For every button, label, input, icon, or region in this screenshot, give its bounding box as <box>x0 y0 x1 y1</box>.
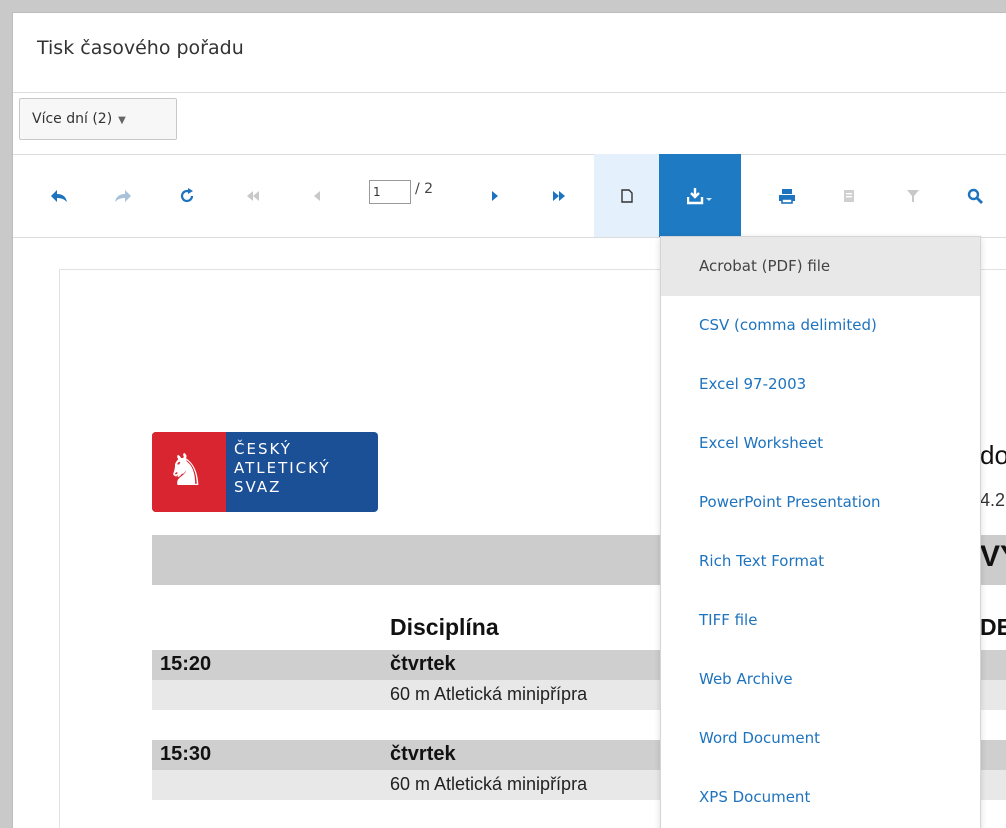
column-header-fragment: DE <box>980 614 1006 640</box>
page-total: / 2 <box>415 181 434 197</box>
days-dropdown[interactable]: Více dní (2) ▼ <box>19 98 177 140</box>
printer-icon <box>779 188 795 204</box>
filter-icon <box>907 189 919 202</box>
forward-button[interactable] <box>105 154 141 237</box>
page-title: Tisk časového pořadu <box>37 37 244 59</box>
export-option-xps[interactable]: XPS Document <box>661 768 980 827</box>
first-page-button[interactable] <box>235 154 271 237</box>
prev-page-button[interactable] <box>299 154 335 237</box>
row-discipline: 60 m Atletická minipřípra <box>390 774 588 794</box>
row-discipline: 60 m Atletická minipřípra <box>390 684 588 704</box>
print-panel: Tisk časového pořadu Více dní (2) ▼ 1 / … <box>12 12 1006 828</box>
forward-icon <box>115 189 131 202</box>
page-view-button[interactable] <box>594 154 659 237</box>
lion-icon: ♞ <box>166 445 206 496</box>
report-date-fragment: 4.2 <box>980 490 1006 510</box>
export-option-excel-97[interactable]: Excel 97-2003 <box>661 355 980 414</box>
refresh-icon <box>180 187 194 202</box>
section-heading-fragment: VÝ <box>980 540 1006 573</box>
next-page-icon <box>492 190 498 201</box>
last-page-icon <box>553 190 565 201</box>
page-number-input[interactable]: 1 <box>369 180 411 204</box>
download-icon <box>687 187 712 204</box>
row-time: 15:30 <box>160 743 212 765</box>
prev-page-icon <box>314 190 320 201</box>
column-header-discipline: Disciplína <box>390 614 499 640</box>
filter-button[interactable] <box>895 154 931 237</box>
report-title-fragment: do <box>980 440 1006 470</box>
search-icon <box>967 188 983 204</box>
logo-text: ČESKÝ ATLETICKÝ SVAZ <box>234 440 331 496</box>
report-toolbar: 1 / 2 <box>13 154 1006 237</box>
export-option-web-archive[interactable]: Web Archive <box>661 650 980 709</box>
export-button[interactable] <box>659 154 741 237</box>
export-option-word[interactable]: Word Document <box>661 709 980 768</box>
days-dropdown-label: Více dní (2) <box>32 111 113 127</box>
window-frame: Tisk časového pořadu Více dní (2) ▼ 1 / … <box>0 0 1006 828</box>
divider <box>13 92 1006 93</box>
first-page-icon <box>247 190 259 201</box>
document-icon <box>844 189 854 202</box>
cas-logo: ♞ ČESKÝ ATLETICKÝ SVAZ <box>152 432 378 512</box>
export-menu: Acrobat (PDF) file CSV (comma delimited)… <box>660 236 981 828</box>
export-option-csv[interactable]: CSV (comma delimited) <box>661 296 980 355</box>
last-page-button[interactable] <box>541 154 577 237</box>
document-map-button[interactable] <box>831 154 867 237</box>
back-button[interactable] <box>41 154 77 237</box>
export-option-excel-worksheet[interactable]: Excel Worksheet <box>661 414 980 473</box>
search-button[interactable] <box>957 154 993 237</box>
page-icon <box>620 188 633 203</box>
refresh-button[interactable] <box>169 154 205 237</box>
export-option-pdf[interactable]: Acrobat (PDF) file <box>661 237 980 296</box>
back-icon <box>51 189 67 202</box>
row-time: 15:20 <box>160 653 212 675</box>
print-button[interactable] <box>769 154 805 237</box>
chevron-down-icon: ▼ <box>118 115 126 126</box>
export-option-powerpoint[interactable]: PowerPoint Presentation <box>661 473 980 532</box>
export-option-rtf[interactable]: Rich Text Format <box>661 532 980 591</box>
export-option-tiff[interactable]: TIFF file <box>661 591 980 650</box>
row-day: čtvrtek <box>390 653 456 675</box>
next-page-button[interactable] <box>477 154 513 237</box>
row-day: čtvrtek <box>390 743 456 765</box>
